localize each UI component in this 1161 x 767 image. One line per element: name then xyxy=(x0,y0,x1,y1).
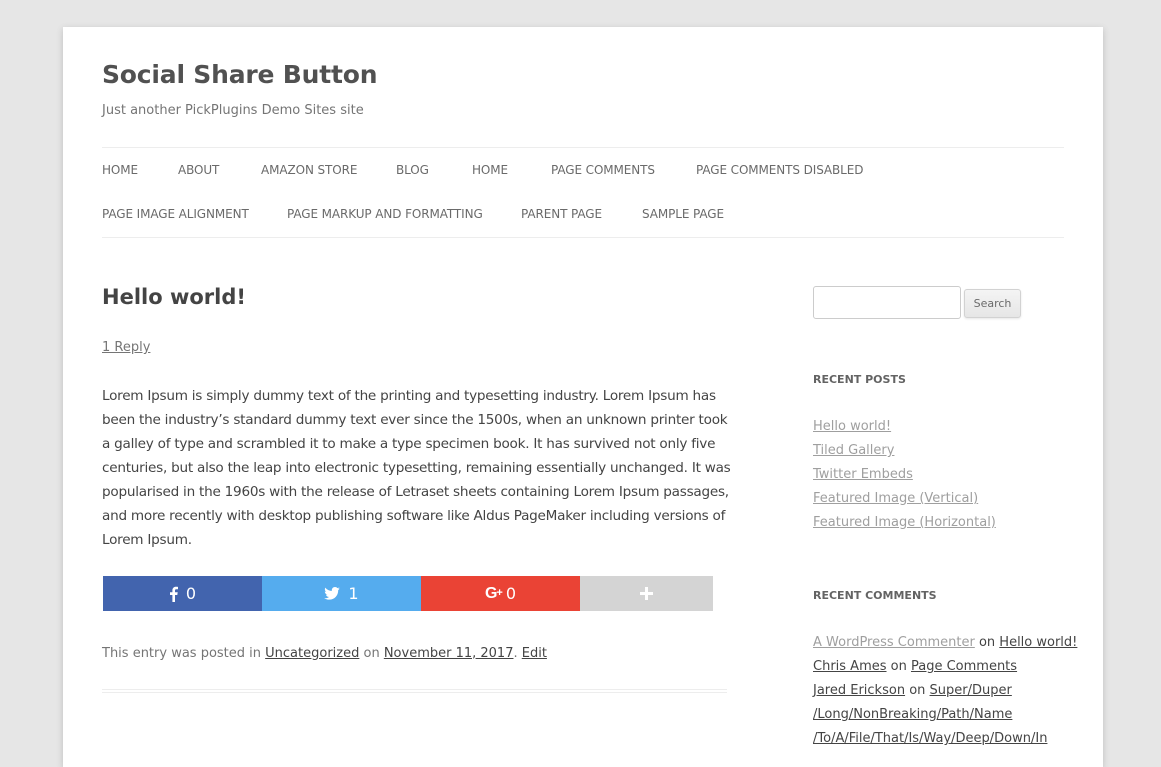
reply-link[interactable]: 1 Reply xyxy=(102,340,150,355)
recent-comment-item-continued: /Long/NonBreaking/Path/Name xyxy=(813,703,1073,727)
entry-meta: This entry was posted in Uncategorized o… xyxy=(102,646,547,661)
nav-item-page-image-alignment[interactable]: Page Image Alignment xyxy=(102,207,249,221)
category-link[interactable]: Uncategorized xyxy=(265,646,359,661)
nav-item-home-2[interactable]: Home xyxy=(472,163,508,177)
nav-item-page-comments[interactable]: Page Comments xyxy=(551,163,655,177)
post-content: Lorem Ipsum is simply dummy text of the … xyxy=(102,388,731,548)
post-title[interactable]: Hello world! xyxy=(102,285,246,309)
recent-comment-item: A WordPress Commenter on Hello world! xyxy=(813,631,1077,655)
recent-posts-list: Hello world! Tiled Gallery Twitter Embed… xyxy=(813,415,996,535)
recent-post-link[interactable]: Tiled Gallery xyxy=(813,439,996,463)
recent-posts-title: Recent Posts xyxy=(813,373,906,386)
comment-post-link[interactable]: Super/Duper xyxy=(930,683,1012,698)
recent-comments-title: Recent Comments xyxy=(813,589,937,602)
recent-post-link[interactable]: Hello world! xyxy=(813,415,996,439)
recent-comment-item: Chris Ames on Page Comments xyxy=(813,655,1073,679)
twitter-share-count: 1 xyxy=(348,584,359,603)
date-link[interactable]: November 11, 2017 xyxy=(384,646,514,661)
nav-item-sample-page[interactable]: Sample Page xyxy=(642,207,724,221)
site-title[interactable]: Social Share Button xyxy=(102,60,378,89)
google-plus-icon: G+ xyxy=(484,584,503,602)
search-input[interactable] xyxy=(813,286,961,319)
comment-post-link[interactable]: Hello world! xyxy=(999,635,1077,650)
google-plus-share-count: 0 xyxy=(505,584,517,603)
nav-item-parent-page[interactable]: Parent Page xyxy=(521,207,602,221)
nav-item-home[interactable]: Home xyxy=(102,163,138,177)
plus-icon xyxy=(640,587,653,600)
recent-comments-list: A WordPress Commenter on Hello world! Ch… xyxy=(813,631,1077,751)
main-navigation: Home About Amazon Store Blog Home Page C… xyxy=(102,147,1064,238)
twitter-icon xyxy=(324,587,341,600)
edit-link[interactable]: Edit xyxy=(522,646,547,661)
nav-item-page-markup[interactable]: Page Markup and Formatting xyxy=(287,207,483,221)
page-container: Social Share Button Just another PickPlu… xyxy=(63,27,1103,767)
comment-on: on xyxy=(886,659,911,674)
nav-item-amazon-store[interactable]: Amazon Store xyxy=(261,163,357,177)
comment-on: on xyxy=(974,635,1000,650)
google-plus-share-button[interactable]: G+ 0 xyxy=(421,576,580,611)
nav-item-page-comments-disabled[interactable]: Page Comments Disabled xyxy=(696,163,863,177)
facebook-icon xyxy=(169,586,178,602)
facebook-share-count: 0 xyxy=(185,584,197,603)
comment-author-link[interactable]: A WordPress Commenter xyxy=(813,635,975,650)
meta-on: on xyxy=(359,646,384,661)
meta-period: . xyxy=(513,646,522,661)
more-share-button[interactable] xyxy=(580,576,713,611)
comment-author-link[interactable]: Jared Erickson xyxy=(813,683,905,698)
recent-post-link[interactable]: Featured Image (Vertical) xyxy=(813,487,996,511)
comment-on: on xyxy=(905,683,930,698)
recent-post-link[interactable]: Featured Image (Horizontal) xyxy=(813,511,996,535)
comment-post-link-continued[interactable]: /Long/NonBreaking/Path/Name xyxy=(813,707,1012,722)
twitter-share-button[interactable]: 1 xyxy=(262,576,421,611)
site-description: Just another PickPlugins Demo Sites site xyxy=(102,103,364,118)
post-divider xyxy=(102,689,727,693)
comment-post-link-continued[interactable]: /To/A/File/That/Is/Way/Deep/Down/In xyxy=(813,731,1047,746)
facebook-share-button[interactable]: 0 xyxy=(103,576,262,611)
search-button[interactable]: Search xyxy=(964,289,1021,318)
recent-post-link[interactable]: Twitter Embeds xyxy=(813,463,996,487)
social-share-bar: 0 1 G+ 0 xyxy=(103,576,713,611)
comment-author-link[interactable]: Chris Ames xyxy=(813,659,887,674)
nav-item-blog[interactable]: Blog xyxy=(396,163,429,177)
nav-item-about[interactable]: About xyxy=(178,163,219,177)
recent-comment-item: Jared Erickson on Super/Duper xyxy=(813,679,1073,703)
recent-comment-item-continued: /To/A/File/That/Is/Way/Deep/Down/In xyxy=(813,727,1073,751)
meta-prefix: This entry was posted in xyxy=(102,646,266,661)
comment-post-link[interactable]: Page Comments xyxy=(911,659,1017,674)
